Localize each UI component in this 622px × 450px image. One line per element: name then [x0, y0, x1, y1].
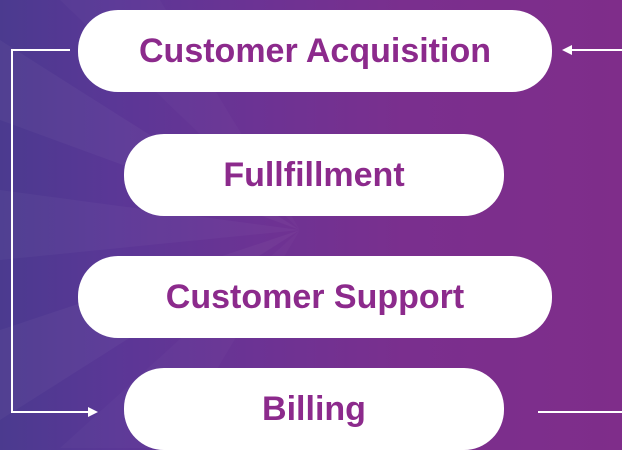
step-label: Customer Acquisition: [139, 31, 491, 70]
arrowhead-to-billing: [88, 407, 98, 417]
loop-connector-left: [11, 49, 88, 413]
step-billing: Billing: [124, 368, 504, 450]
step-label: Billing: [262, 389, 366, 428]
step-customer-support: Customer Support: [78, 256, 552, 338]
step-label: Customer Support: [165, 277, 465, 316]
step-fullfillment: Fullfillment: [124, 134, 504, 216]
step-customer-acquisition: Customer Acquisition: [78, 10, 552, 92]
arrowhead-to-customer-acquisition: [562, 45, 572, 55]
step-label: Fullfillment: [223, 155, 405, 194]
